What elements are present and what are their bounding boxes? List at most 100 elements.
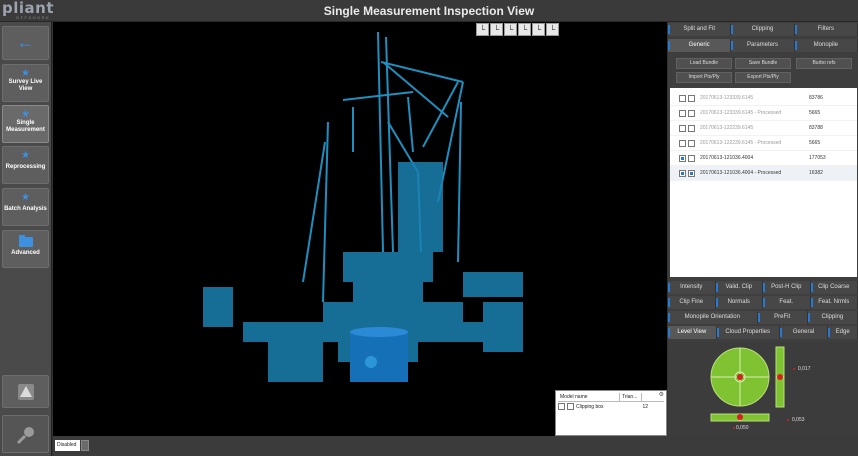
- processing-tabs-c: Monopile Orientation PreFit Clipping: [668, 311, 858, 324]
- tab-label: Normals: [727, 299, 750, 305]
- tab-prefit[interactable]: PreFit: [757, 311, 808, 324]
- select-checkbox[interactable]: [688, 124, 695, 132]
- tab-label: Feat.: [779, 299, 794, 305]
- status-field[interactable]: Disabled: [55, 440, 80, 451]
- tab-level-view[interactable]: Level View: [668, 326, 717, 339]
- save-bundle-button[interactable]: Save Bundle: [735, 58, 791, 69]
- tab-label: General: [792, 329, 815, 335]
- tab-feat-nrmls[interactable]: Feat. Nrmls: [810, 296, 858, 309]
- view-left-button[interactable]: └: [504, 23, 517, 36]
- import-pts-button[interactable]: Import Pts/Ply: [676, 72, 732, 83]
- visibility-checkbox[interactable]: [558, 403, 565, 410]
- table-row[interactable]: Clipping box 12: [558, 403, 664, 410]
- model-table: ⚙ Model name Trian... Clipping box 12: [555, 390, 667, 436]
- view-front-button[interactable]: └: [476, 23, 489, 36]
- tab-indicator: [731, 25, 734, 34]
- point-count: 177053: [809, 155, 826, 161]
- tab-clip-fine[interactable]: Clip Fine: [668, 296, 716, 309]
- list-item[interactable]: 20170613-123339.6145 - Processed 5665: [670, 106, 857, 121]
- select-checkbox[interactable]: [688, 94, 695, 102]
- list-item[interactable]: 20170613-121036.4004 177053: [670, 151, 857, 166]
- tab-monopile[interactable]: Monopile: [794, 39, 858, 52]
- tab-intensity[interactable]: Intensity: [668, 281, 716, 294]
- list-item[interactable]: 20170613-122239.6145 - Processed 5665: [670, 136, 857, 151]
- upload-button[interactable]: [2, 375, 49, 408]
- tab-label: Post-H Clip: [771, 284, 802, 290]
- select-checkbox[interactable]: [688, 154, 695, 162]
- tab-indicator: [668, 283, 670, 292]
- tab-feat[interactable]: Feat.: [763, 296, 811, 309]
- tab-label: Clip Fine: [679, 299, 704, 305]
- visibility-checkbox[interactable]: [679, 109, 686, 117]
- burbo-refs-button[interactable]: Burbo refs: [796, 58, 852, 69]
- tab-valid-clip[interactable]: Valid. Clip: [715, 281, 763, 294]
- tab-cloud-properties[interactable]: Cloud Properties: [716, 326, 780, 339]
- tab-normals[interactable]: Normals: [715, 296, 763, 309]
- page-title: Single Measurement Inspection View: [323, 4, 535, 18]
- model-name: Clipping box: [576, 403, 604, 410]
- view-bottom-button[interactable]: └: [546, 23, 559, 36]
- point-cloud-viewport[interactable]: └ └ └ └ └ └ ⚙ Model name Trian... Clippi…: [53, 22, 667, 436]
- select-checkbox[interactable]: [688, 139, 695, 147]
- select-checkbox[interactable]: [688, 109, 695, 117]
- list-item[interactable]: 20170613-123339.6145 83786: [670, 91, 857, 106]
- tab-label: Cloud Properties: [725, 329, 771, 335]
- tab-label: Filters: [817, 26, 834, 32]
- measurement-list: 20170613-123339.6145 83786 20170613-1233…: [670, 88, 857, 277]
- select-checkbox[interactable]: [688, 169, 695, 177]
- processing-tabs-b: Clip Fine Normals Feat. Feat. Nrmls: [668, 296, 858, 309]
- tab-indicator: [668, 298, 670, 307]
- tab-clip-coarse[interactable]: Clip Coarse: [810, 281, 858, 294]
- tab-label: Clip Coarse: [818, 284, 850, 290]
- status-dropdown-button[interactable]: [81, 440, 89, 451]
- point-count: 83788: [809, 125, 823, 131]
- nav-single-measurement[interactable]: ★ Single Measurement: [2, 105, 49, 143]
- top-tabs: Split and Fit Clipping Filters: [668, 23, 858, 36]
- tab-indicator: [810, 298, 813, 307]
- pin-icon[interactable]: ⚙: [659, 391, 664, 398]
- tab-label: Monopile: [813, 42, 838, 48]
- nav-reprocessing[interactable]: ★ Reprocessing: [2, 146, 49, 184]
- visibility-checkbox[interactable]: [679, 154, 686, 162]
- app-window: pliant OFFSHORE Single Measurement Inspe…: [0, 0, 858, 456]
- tab-general[interactable]: General: [779, 326, 829, 339]
- search-tool-button[interactable]: [2, 415, 49, 453]
- tab-clipping[interactable]: Clipping: [731, 23, 795, 36]
- view-top-button[interactable]: └: [532, 23, 545, 36]
- right-level-value: 0,053: [792, 417, 805, 423]
- model-count: 12: [642, 403, 648, 410]
- back-button[interactable]: ←: [2, 26, 49, 60]
- tab-indicator: [794, 41, 797, 50]
- file-name: 20170613-122239.6145: [700, 125, 754, 131]
- tab-parameters[interactable]: Parameters: [731, 39, 795, 52]
- nav-survey-live-view[interactable]: ★ Survey Live View: [2, 64, 49, 102]
- tab-label: Feat. Nrmls: [818, 299, 850, 305]
- visibility-checkbox[interactable]: [679, 124, 686, 132]
- select-checkbox[interactable]: [567, 403, 574, 410]
- horizontal-level-value: 0,050: [736, 425, 749, 431]
- nav-advanced[interactable]: Advanced: [2, 230, 49, 268]
- visibility-checkbox[interactable]: [679, 169, 686, 177]
- nav-batch-analysis[interactable]: ★ Batch Analysis: [2, 188, 49, 226]
- tab-monopile-orientation[interactable]: Monopile Orientation: [668, 311, 758, 324]
- tab-generic[interactable]: Generic: [668, 39, 732, 52]
- processing-tabs-a: Intensity Valid. Clip Post-H Clip Clip C…: [668, 281, 858, 294]
- list-item[interactable]: 20170613-122239.6145 83788: [670, 121, 857, 136]
- tab-post-h-clip[interactable]: Post-H Clip: [763, 281, 811, 294]
- point-count: 83786: [809, 95, 823, 101]
- tab-filters[interactable]: Filters: [794, 23, 858, 36]
- tab-clipping-proc[interactable]: Clipping: [807, 311, 858, 324]
- visibility-checkbox[interactable]: [679, 139, 686, 147]
- view-right-button[interactable]: └: [518, 23, 531, 36]
- list-item[interactable]: 20170613-121036.4004 - Processed 16382: [670, 166, 857, 181]
- tab-edge[interactable]: Edge: [828, 326, 858, 339]
- load-bundle-button[interactable]: Load Bundle: [676, 58, 732, 69]
- tab-label: Clipping: [751, 26, 774, 32]
- tab-split-and-fit[interactable]: Split and Fit: [668, 23, 732, 36]
- second-tabs: Generic Parameters Monopile: [668, 39, 858, 52]
- tab-indicator: [715, 283, 718, 292]
- view-back-button[interactable]: └: [490, 23, 503, 36]
- point-count: 5665: [809, 140, 821, 146]
- export-pts-button[interactable]: Export Pts/Ply: [735, 72, 791, 83]
- visibility-checkbox[interactable]: [679, 94, 686, 102]
